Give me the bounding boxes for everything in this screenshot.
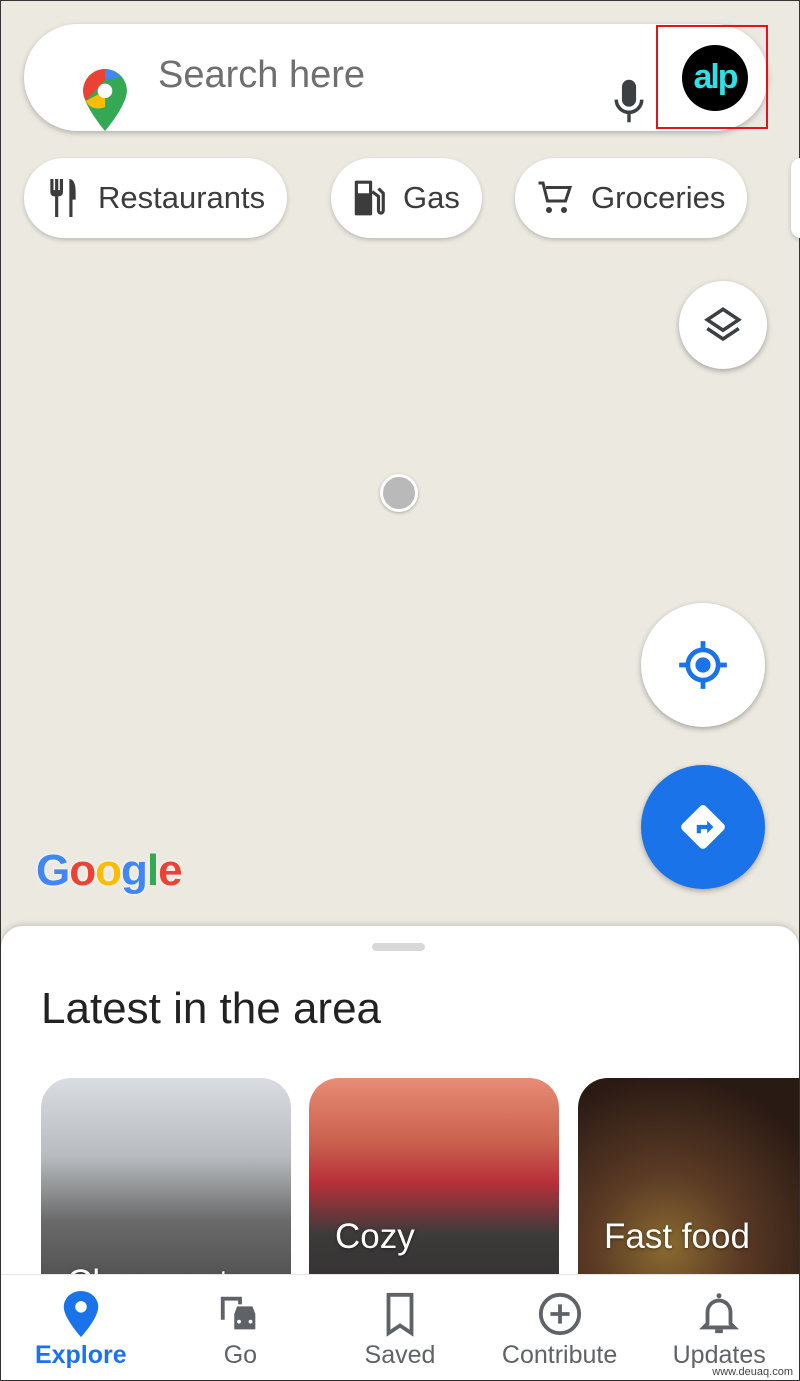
search-input[interactable]: Search here [158,54,365,97]
avatar[interactable]: alp [682,45,748,111]
microphone-icon[interactable] [612,78,646,124]
fork-knife-icon [50,179,76,217]
nav-saved[interactable]: Saved [320,1275,480,1380]
google-maps-logo-icon [83,69,127,131]
nav-go[interactable]: Go [161,1275,321,1380]
chip-label: Groceries [591,180,726,215]
chip-label: Restaurants [98,180,266,215]
commute-icon [221,1296,256,1330]
drag-handle[interactable] [372,943,425,951]
nav-label: Explore [34,1341,127,1369]
google-logo: Google [36,846,183,895]
nav-contribute[interactable]: Contribute [480,1275,640,1380]
add-circle-icon [538,1292,581,1336]
bookmark-icon [386,1292,414,1337]
chip-gas[interactable]: Gas [331,158,482,238]
bottom-navigation: Explore Go Saved Contribute Updates www.… [1,1274,799,1380]
account-avatar-highlight[interactable]: alp [656,25,768,129]
bell-icon [699,1293,740,1334]
nav-label: Contribute [501,1341,618,1369]
nav-label: Saved [364,1341,436,1369]
layers-button[interactable] [679,281,767,369]
directions-icon [681,805,725,849]
my-location-button[interactable] [641,603,765,727]
directions-button[interactable] [641,765,765,889]
chip-restaurants[interactable]: Restaurants [24,158,288,238]
chip-groceries[interactable]: Groceries [515,158,748,238]
crosshair-icon [679,641,727,689]
cart-icon [538,181,573,213]
watermark: www.deuaq.com [712,1366,793,1378]
location-dot [380,474,418,512]
chip-label: Gas [403,180,460,215]
layers-icon [704,307,742,342]
sheet-title: Latest in the area [41,984,382,1033]
chip-more[interactable] [791,158,800,238]
nav-label: Go [223,1341,258,1369]
nav-explore[interactable]: Explore [1,1275,161,1380]
gas-pump-icon [354,180,385,216]
pin-icon [63,1291,99,1337]
nav-updates[interactable]: Updates [639,1275,799,1380]
